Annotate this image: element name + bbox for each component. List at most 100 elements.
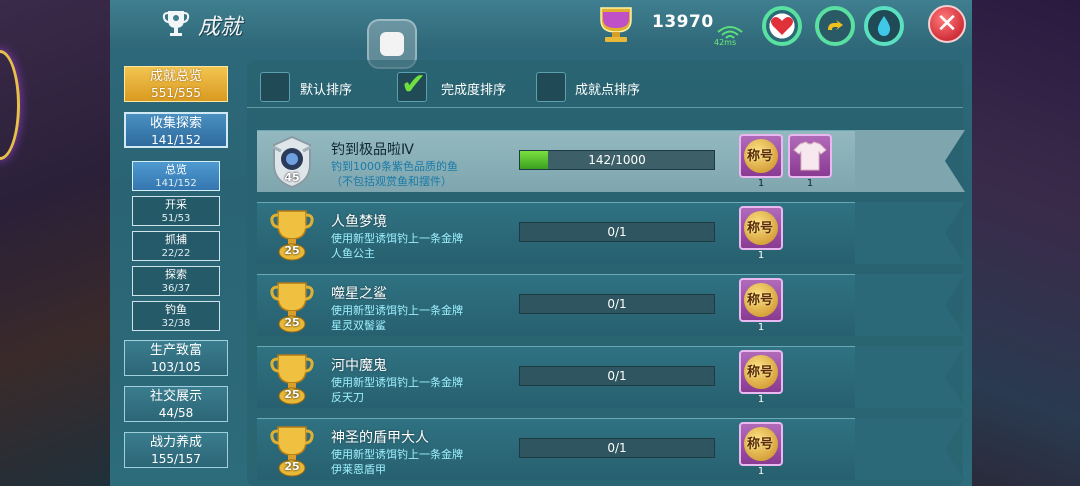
- trophy-icon: [162, 11, 190, 36]
- close-button[interactable]: ✕: [928, 5, 966, 43]
- floating-assist-icon: [380, 32, 404, 56]
- progress-bar: 0/1: [519, 366, 715, 386]
- network-ping: 42ms: [714, 38, 737, 47]
- reward-label: 称号: [746, 293, 773, 308]
- nav-value: 551/555: [151, 86, 201, 100]
- reward-title-item[interactable]: 称号: [739, 134, 783, 178]
- stamina-icon: [828, 20, 843, 30]
- badge-points: 25: [284, 316, 300, 329]
- sort-points-checkbox[interactable]: [536, 72, 566, 102]
- nav-social[interactable]: 社交展示 44/58: [124, 386, 228, 422]
- progress-text: 0/1: [607, 441, 627, 455]
- close-icon: ✕: [936, 9, 958, 39]
- nav-sub-label: 钓鱼: [165, 303, 187, 316]
- sort-default-checkbox[interactable]: [260, 72, 290, 102]
- description-line: 使用新型诱饵钓上一条金牌: [331, 376, 463, 389]
- achievement-points: 13970: [652, 12, 714, 32]
- shirt-icon: [793, 141, 827, 171]
- description-line: 使用新型诱饵钓上一条金牌: [331, 232, 463, 245]
- description-line: 伊莱恩盾甲: [331, 463, 386, 476]
- nav-sub-label: 抓捕: [165, 233, 187, 246]
- reward-count: 1: [806, 178, 814, 189]
- progress-bar: 142/1000: [519, 150, 715, 170]
- achievement-name: 人鱼梦境: [331, 214, 387, 230]
- reward-title-item[interactable]: 称号: [739, 350, 783, 394]
- progress-bar: 0/1: [519, 438, 715, 458]
- badge-points: 25: [284, 388, 300, 401]
- achievement-row[interactable]: 25 神圣的盾甲大人 使用新型诱饵钓上一条金牌 伊莱恩盾甲 0/1 称号 1: [257, 418, 855, 480]
- description-line: 钓到1000条紫色品质的鱼: [331, 160, 458, 173]
- row-ribbon-tail: [855, 418, 965, 480]
- achievement-row[interactable]: 25 人鱼梦境 使用新型诱饵钓上一条金牌 人鱼公主 0/1 称号 1: [257, 202, 855, 264]
- heart-status[interactable]: [762, 6, 802, 46]
- sort-options: 默认排序 ✔ 完成度排序 成就点排序: [247, 60, 963, 108]
- description-line: 人鱼公主: [331, 247, 375, 260]
- progress-text: 142/1000: [588, 153, 646, 167]
- achievement-name: 钓到极品啦Ⅳ: [331, 142, 414, 158]
- nav-sub-explore[interactable]: 探索 36/37: [132, 266, 220, 296]
- reward-label: 称号: [746, 221, 773, 236]
- achievement-name: 河中魔鬼: [331, 358, 387, 374]
- reward-outfit-item[interactable]: [788, 134, 832, 178]
- reward-count: 1: [757, 394, 765, 405]
- stamina-status[interactable]: [815, 6, 855, 46]
- achievement-row[interactable]: 25 河中魔鬼 使用新型诱饵钓上一条金牌 反天刀 0/1 称号 1: [257, 346, 855, 408]
- progress-text: 0/1: [607, 297, 627, 311]
- nav-label: 成就总览: [149, 69, 202, 84]
- nav-value: 44/58: [158, 406, 194, 420]
- water-status[interactable]: [864, 6, 904, 46]
- achievement-description: 钓到1000条紫色品质的鱼 （不包括观赏鱼和摆件）: [331, 159, 521, 189]
- nav-collect-explore[interactable]: 收集探索 141/152: [124, 112, 228, 148]
- badge-points: 25: [284, 244, 300, 257]
- description-line: 星灵双髻鲨: [331, 319, 386, 332]
- reward-count: 1: [757, 322, 765, 333]
- water-drop-icon: [877, 16, 891, 36]
- badge-points: 25: [284, 460, 300, 473]
- row-ribbon-tail: [855, 130, 965, 192]
- achievement-row[interactable]: 45 钓到极品啦Ⅳ 钓到1000条紫色品质的鱼 （不包括观赏鱼和摆件） 142/…: [257, 130, 855, 192]
- description-line: 反天刀: [331, 391, 364, 404]
- reward-count: 1: [757, 250, 765, 261]
- nav-label: 社交展示: [149, 389, 202, 404]
- nav-combat[interactable]: 战力养成 155/157: [124, 432, 228, 468]
- sort-completion-checkbox[interactable]: ✔: [397, 67, 427, 102]
- background-left: [0, 0, 110, 486]
- description-line: （不包括观赏鱼和摆件）: [331, 175, 452, 188]
- reward-title-item[interactable]: 称号: [739, 422, 783, 466]
- nav-value: 155/157: [151, 452, 201, 466]
- reward-title-item[interactable]: 称号: [739, 206, 783, 250]
- progress-bar: 0/1: [519, 294, 715, 314]
- sort-default-label: 默认排序: [300, 83, 353, 98]
- achievement-name: 神圣的盾甲大人: [331, 430, 429, 446]
- progress-text: 0/1: [607, 225, 627, 239]
- nav-sub-mining[interactable]: 开采 51/53: [132, 196, 220, 226]
- nav-label: 生产致富: [149, 343, 202, 358]
- nav-value: 103/105: [151, 360, 201, 374]
- nav-sub-fishing[interactable]: 钓鱼 32/38: [132, 301, 220, 331]
- row-ribbon-tail: [855, 202, 965, 264]
- nav-production[interactable]: 生产致富 103/105: [124, 340, 228, 376]
- row-ribbon-tail: [855, 346, 965, 408]
- nav-achievement-overview[interactable]: 成就总览 551/555: [124, 66, 228, 102]
- reward-count: 1: [757, 466, 765, 477]
- top-bar: 成就 13970 42ms ✕: [110, 0, 972, 69]
- nav-sub-value: 141/152: [155, 178, 197, 189]
- nav-sub-overview[interactable]: 总览 141/152: [132, 161, 220, 191]
- achievement-row[interactable]: 25 噬星之鲨 使用新型诱饵钓上一条金牌 星灵双髻鲨 0/1 称号 1: [257, 274, 855, 336]
- nav-sub-label: 探索: [165, 268, 187, 281]
- badge-points: 45: [284, 171, 300, 184]
- nav-label: 收集探索: [149, 116, 202, 131]
- page-title: 成就: [198, 15, 243, 40]
- nav-sub-value: 32/38: [161, 318, 191, 329]
- checkmark-icon: ✔: [401, 67, 427, 102]
- nav-label: 战力养成: [149, 435, 202, 450]
- row-ribbon-tail: [855, 274, 965, 336]
- description-line: 使用新型诱饵钓上一条金牌: [331, 448, 463, 461]
- achievement-name: 噬星之鲨: [331, 286, 387, 302]
- nav-sub-value: 51/53: [161, 213, 191, 224]
- progress-bar: 0/1: [519, 222, 715, 242]
- achievement-list-area: 默认排序 ✔ 完成度排序 成就点排序 45 钓到极品啦Ⅳ 钓到1000条紫色品质…: [247, 60, 965, 486]
- achievement-description: 使用新型诱饵钓上一条金牌 星灵双髻鲨: [331, 303, 521, 333]
- nav-sub-capture[interactable]: 抓捕 22/22: [132, 231, 220, 261]
- reward-title-item[interactable]: 称号: [739, 278, 783, 322]
